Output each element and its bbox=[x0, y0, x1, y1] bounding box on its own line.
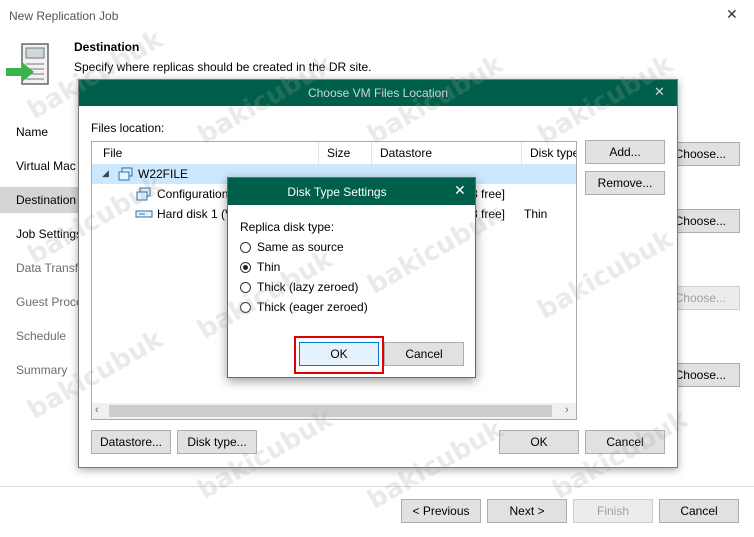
nav-item-data-transfer[interactable]: Data Transfe bbox=[16, 261, 85, 275]
cancel-button[interactable]: Cancel bbox=[659, 499, 739, 523]
close-icon[interactable]: ✕ bbox=[654, 85, 665, 100]
radio-label: Same as source bbox=[257, 240, 344, 254]
nav-item-virtual-machines[interactable]: Virtual Mac bbox=[16, 159, 76, 173]
destination-icon bbox=[4, 42, 52, 86]
radio-button[interactable] bbox=[240, 281, 251, 293]
add-button[interactable]: Add... bbox=[585, 140, 665, 164]
column-divider bbox=[371, 142, 372, 164]
disk-dialog-title: Disk Type Settings bbox=[287, 185, 387, 199]
files-location-label: Files location: bbox=[91, 121, 165, 135]
row-disk-type: Thin bbox=[524, 207, 548, 221]
row-file-name: Configuration bbox=[157, 187, 229, 201]
radio-label: Thin bbox=[257, 260, 281, 274]
nav-item-job-settings[interactable]: Job Settings bbox=[16, 227, 82, 241]
nav-item-schedule[interactable]: Schedule bbox=[16, 329, 66, 343]
nav-item-destination[interactable]: Destination bbox=[16, 193, 76, 207]
column-header-size[interactable]: Size bbox=[327, 146, 350, 160]
scrollbar-thumb[interactable] bbox=[109, 405, 552, 417]
column-divider bbox=[521, 142, 522, 164]
column-header-datastore[interactable]: Datastore bbox=[380, 146, 432, 160]
nav-item-summary[interactable]: Summary bbox=[16, 363, 67, 377]
files-dialog-title: Choose VM Files Location bbox=[307, 86, 449, 100]
hard-disk-icon bbox=[135, 208, 153, 223]
scroll-right-arrow-icon[interactable]: › bbox=[565, 404, 569, 416]
previous-button[interactable]: < Previous bbox=[401, 499, 481, 523]
column-header-disk-type[interactable]: Disk type bbox=[530, 146, 576, 160]
radio-thick-eager-zeroed[interactable]: Thick (eager zeroed) bbox=[240, 300, 368, 314]
column-header-file[interactable]: File bbox=[103, 146, 122, 160]
row-datastore: 3 free] bbox=[471, 207, 506, 221]
footer-divider bbox=[0, 486, 754, 487]
row-datastore: 3 free] bbox=[471, 187, 506, 201]
page-title: Destination bbox=[74, 40, 140, 54]
window-title: New Replication Job bbox=[9, 9, 119, 23]
finish-button[interactable]: Finish bbox=[573, 499, 653, 523]
scroll-left-arrow-icon[interactable]: ‹ bbox=[95, 404, 99, 416]
vm-icon bbox=[118, 167, 134, 184]
radio-button[interactable] bbox=[240, 261, 251, 273]
next-button[interactable]: Next > bbox=[487, 499, 567, 523]
row-file-name: W22FILE bbox=[138, 167, 189, 181]
close-icon[interactable]: ✕ bbox=[454, 183, 466, 199]
datastore-button[interactable]: Datastore... bbox=[91, 430, 171, 454]
radio-thin[interactable]: Thin bbox=[240, 260, 280, 274]
page-subtitle: Specify where replicas should be created… bbox=[74, 60, 372, 74]
nav-item-guest-processing[interactable]: Guest Proce bbox=[16, 295, 83, 309]
disk-type-button[interactable]: Disk type... bbox=[177, 430, 257, 454]
nav-item-name[interactable]: Name bbox=[16, 125, 48, 139]
configuration-icon bbox=[136, 187, 152, 204]
disk-type-dialog: Disk Type Settings ✕ Replica disk type: … bbox=[227, 177, 476, 378]
horizontal-scrollbar[interactable]: ‹ › bbox=[92, 403, 576, 419]
disk-cancel-button[interactable]: Cancel bbox=[384, 342, 464, 366]
column-divider bbox=[318, 142, 319, 164]
replica-disk-type-label: Replica disk type: bbox=[240, 220, 335, 234]
files-cancel-button[interactable]: Cancel bbox=[585, 430, 665, 454]
radio-same-as-source[interactable]: Same as source bbox=[240, 240, 344, 254]
close-icon[interactable]: ✕ bbox=[726, 7, 738, 23]
disk-ok-button[interactable]: OK bbox=[299, 342, 379, 366]
remove-button[interactable]: Remove... bbox=[585, 171, 665, 195]
row-file-name: Hard disk 1 (V bbox=[157, 207, 234, 221]
radio-label: Thick (eager zeroed) bbox=[257, 300, 368, 314]
files-ok-button[interactable]: OK bbox=[499, 430, 579, 454]
collapse-triangle-icon[interactable]: ◢ bbox=[102, 168, 109, 179]
radio-label: Thick (lazy zeroed) bbox=[257, 280, 359, 294]
radio-button[interactable] bbox=[240, 241, 251, 253]
radio-button[interactable] bbox=[240, 301, 251, 313]
radio-thick-lazy-zeroed[interactable]: Thick (lazy zeroed) bbox=[240, 280, 358, 294]
